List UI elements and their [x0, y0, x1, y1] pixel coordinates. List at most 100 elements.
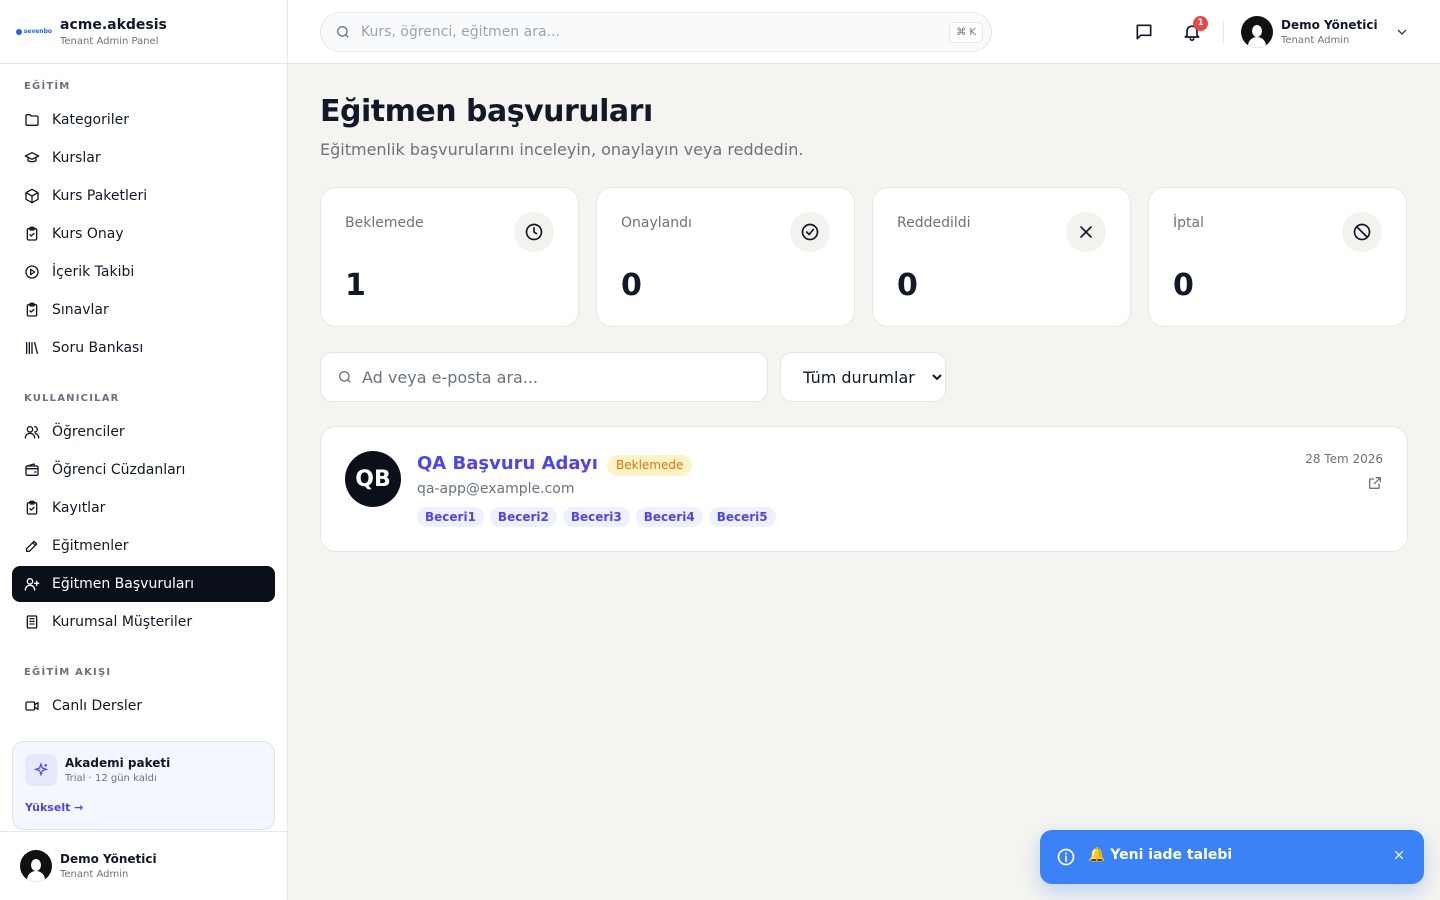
applicant-avatar: QB: [345, 451, 401, 507]
sidebar-item-corporate-customers[interactable]: Kurumsal Müşteriler: [12, 604, 275, 640]
stat-icon: [790, 212, 830, 252]
ban-icon: [1353, 223, 1371, 241]
messages-button[interactable]: [1132, 20, 1156, 44]
sidebar-item-course-approval[interactable]: Kurs Onay: [12, 216, 275, 252]
sidebar-item-content-tracking[interactable]: İçerik Takibi: [12, 254, 275, 290]
external-link-icon: [1369, 477, 1381, 489]
logo-mark-icon: [16, 28, 22, 35]
message-square-icon: [1136, 24, 1152, 40]
video-icon: [25, 701, 39, 711]
sidebar-item-label: Kurumsal Müşteriler: [52, 614, 193, 630]
skill-tag: Beceri4: [635, 507, 703, 527]
sidebar-item-course-packages[interactable]: Kurs Paketleri: [12, 178, 275, 214]
stat-value: 0: [621, 268, 642, 303]
user-name: Demo Yönetici: [60, 852, 157, 866]
users-icon: [24, 426, 40, 439]
status-badge: Beklemede: [607, 455, 693, 476]
stat-icon: [514, 212, 554, 252]
sidebar-item-enrollments[interactable]: Kayıtlar: [12, 490, 275, 526]
sidebar-item-label: Eğitmenler: [52, 538, 129, 554]
sidebar-item-live-lessons[interactable]: Canlı Dersler: [12, 688, 275, 724]
application-card[interactable]: QB QA Başvuru Adayı Beklemede qa-app@exa…: [320, 426, 1408, 552]
header-divider: [1223, 20, 1224, 44]
avatar: [1241, 16, 1273, 48]
brand-logo: sevenbo: [16, 28, 52, 35]
stat-value: 0: [1173, 268, 1194, 303]
clipboard-check-icon: [26, 302, 38, 317]
sidebar-item-students[interactable]: Öğrenciler: [12, 414, 275, 450]
sidebar-item-label: Kategoriler: [52, 112, 129, 128]
graduation-cap-icon: [24, 152, 40, 163]
close-icon: [1394, 850, 1404, 860]
plan-card: Akademi paketi Trial · 12 gün kaldı Yüks…: [12, 741, 275, 830]
stat-icon: [1342, 212, 1382, 252]
page-title: Eğitmen başvuruları: [320, 94, 653, 129]
wallet-icon: [25, 463, 39, 476]
sidebar-item-label: Soru Bankası: [52, 340, 144, 356]
skill-tag: Beceri3: [562, 507, 630, 527]
sidebar-item-categories[interactable]: Kategoriler: [12, 102, 275, 138]
package-icon: [25, 188, 39, 204]
sidebar-item-label: Kurs Onay: [52, 226, 124, 242]
toast-message: 🔔 Yeni iade talebi: [1088, 847, 1233, 863]
plan-icon: [25, 754, 57, 786]
panel-subtitle: Tenant Admin Panel: [60, 35, 159, 47]
library-icon: [26, 342, 38, 354]
sidebar-item-question-bank[interactable]: Soru Bankası: [12, 330, 275, 366]
applicant-search-input[interactable]: [362, 367, 752, 387]
sidebar-item-instructors[interactable]: Eğitmenler: [12, 528, 275, 564]
sidebar-user[interactable]: Demo Yönetici Tenant Admin: [0, 831, 287, 900]
clock-icon: [525, 223, 543, 241]
plan-subtitle: Trial · 12 gün kaldı: [65, 773, 157, 784]
sidebar-item-instructor-applications[interactable]: Eğitmen Başvuruları: [12, 566, 275, 602]
clipboard-check-icon: [26, 226, 38, 241]
user-name: Demo Yönetici: [1281, 18, 1378, 32]
stat-value: 0: [897, 268, 918, 303]
section-title-users: KULLANICILAR: [24, 393, 120, 404]
clipboard-check-icon: [26, 500, 38, 515]
user-role: Tenant Admin: [60, 869, 129, 880]
global-search-input[interactable]: [361, 24, 921, 40]
sidebar-item-label: Öğrenci Cüzdanları: [52, 462, 186, 478]
sidebar-item-courses[interactable]: Kurslar: [12, 140, 275, 176]
search-icon: [337, 26, 349, 38]
page-subtitle: Eğitmenlik başvurularını inceleyin, onay…: [320, 140, 804, 159]
info-icon: [1056, 847, 1076, 867]
stat-label: Onaylandı: [621, 215, 692, 231]
stat-icon: [1066, 212, 1106, 252]
folder-icon: [25, 114, 39, 126]
sidebar-item-label: Sınavlar: [52, 302, 109, 318]
stat-value: 1: [345, 268, 366, 303]
applicant-search[interactable]: [320, 352, 768, 402]
sidebar-item-exams[interactable]: Sınavlar: [12, 292, 275, 328]
global-search[interactable]: ⌘ K: [320, 12, 992, 52]
avatar: [20, 850, 52, 882]
user-role: Tenant Admin: [1281, 35, 1350, 46]
status-filter-select[interactable]: Tüm durumlar: [780, 352, 946, 402]
open-application-button[interactable]: [1367, 475, 1383, 491]
plan-title: Akademi paketi: [65, 756, 171, 770]
sidebar-item-label: Kayıtlar: [52, 500, 106, 516]
applicant-email: qa-app@example.com: [417, 481, 575, 497]
section-title-learning-flow: EĞİTİM AKIŞI: [24, 667, 112, 678]
top-header: ⌘ K 1 Demo Yönetici Tenant Admin: [288, 0, 1440, 64]
user-plus-icon: [24, 578, 40, 591]
sidebar-item-label: Eğitmen Başvuruları: [52, 576, 195, 592]
sidebar: sevenbo acme.akdesis Tenant Admin Panel …: [0, 0, 288, 900]
application-date: 28 Tem 2026: [1305, 452, 1383, 466]
upgrade-link[interactable]: Yükselt →: [25, 801, 83, 814]
x-icon: [1080, 226, 1092, 238]
sidebar-item-label: Kurs Paketleri: [52, 188, 148, 204]
sidebar-item-student-wallets[interactable]: Öğrenci Cüzdanları: [12, 452, 275, 488]
sparkles-icon: [33, 762, 49, 777]
skill-tag: Beceri1: [417, 507, 484, 527]
stat-label: Beklemede: [345, 215, 424, 231]
user-menu[interactable]: Demo Yönetici Tenant Admin: [1241, 16, 1410, 48]
notification-badge: 1: [1193, 16, 1208, 31]
play-circle-icon: [25, 265, 39, 279]
search-shortcut: ⌘ K: [949, 22, 983, 43]
applicant-name-link[interactable]: QA Başvuru Adayı: [417, 453, 598, 474]
stat-label: İptal: [1173, 215, 1204, 231]
toast-close-button[interactable]: [1392, 847, 1408, 863]
brand[interactable]: sevenbo acme.akdesis Tenant Admin Panel: [0, 0, 287, 64]
